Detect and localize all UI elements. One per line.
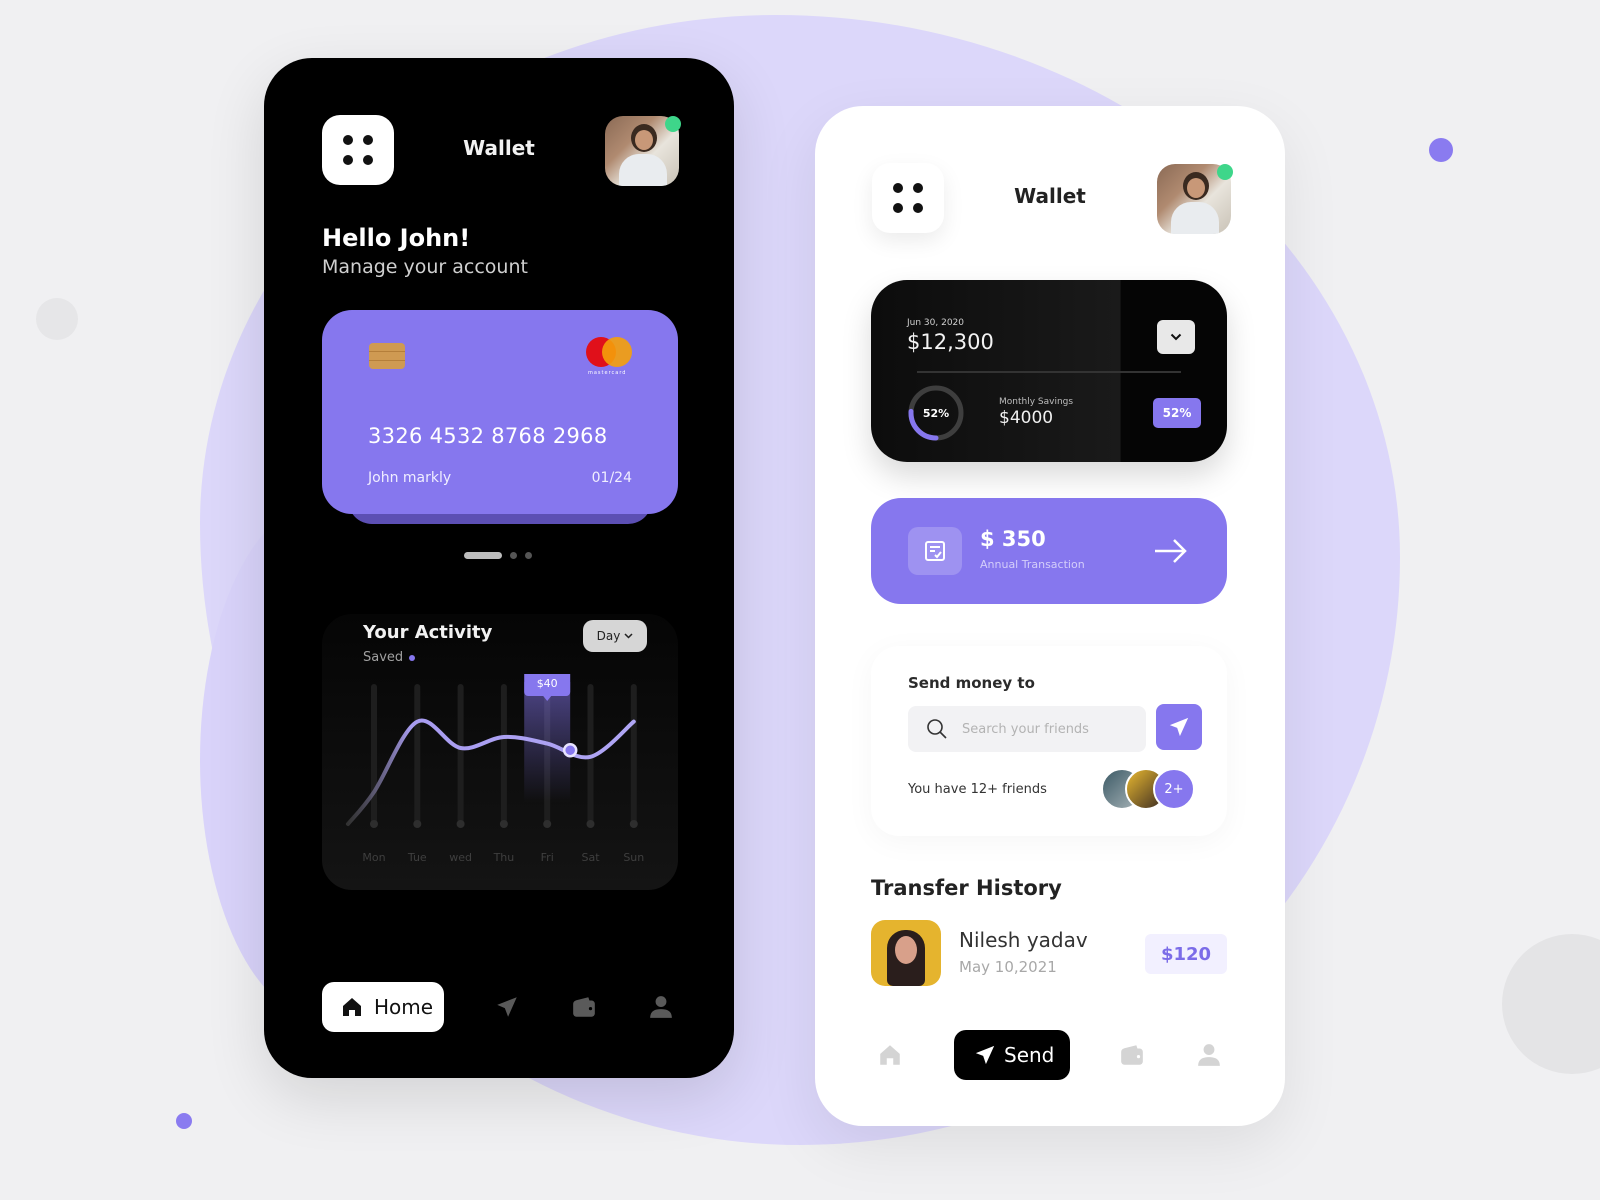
decorative-dot	[176, 1113, 192, 1129]
transfer-amount: $120	[1145, 934, 1227, 974]
activity-legend: Saved	[363, 650, 416, 665]
x-tick-label: Fri	[541, 851, 554, 864]
chart-track-thu	[500, 684, 507, 824]
friend-avatar-stack[interactable]: 2+	[1101, 768, 1211, 812]
transaction-list-icon	[908, 527, 962, 575]
send-money-panel: Send money to You have 12+ friends 2+	[871, 646, 1227, 836]
period-dropdown-label: Day	[596, 629, 621, 643]
chart-track-end	[586, 820, 595, 828]
carousel-dot[interactable]	[510, 552, 517, 559]
send-money-button[interactable]	[1156, 704, 1202, 750]
annual-amount: $ 350	[980, 527, 1046, 551]
bottom-navigation: Home	[322, 982, 692, 1034]
transfer-history-title: Transfer History	[871, 876, 1062, 900]
chart-track-end	[499, 820, 508, 828]
greeting-subtitle: Manage your account	[322, 256, 528, 278]
chart-track-end	[543, 820, 552, 828]
send-icon	[975, 1045, 995, 1065]
activity-panel: Your Activity Saved Day $40 Mon Tue wed …	[322, 614, 678, 890]
savings-progress-ring: 52%	[908, 385, 964, 441]
friend-search-input[interactable]	[962, 721, 1132, 737]
x-tick-label: wed	[449, 851, 472, 864]
wallet-icon[interactable]	[1119, 1042, 1145, 1068]
annual-label: Annual Transaction	[980, 558, 1085, 571]
data-point-fri[interactable]	[562, 742, 578, 758]
online-status-indicator	[1217, 164, 1233, 180]
decorative-circle	[36, 298, 78, 340]
greeting-title: Hello John!	[322, 224, 471, 252]
transfer-date: May 10,2021	[959, 958, 1057, 976]
legend-label: Saved	[363, 650, 404, 665]
arrow-right-icon[interactable]	[1153, 537, 1189, 565]
chart-track-end	[413, 820, 422, 828]
divider	[917, 371, 1181, 373]
chart-track-wed	[457, 684, 464, 824]
tooltip-value: $40	[537, 677, 558, 690]
friend-search-field[interactable]	[908, 706, 1146, 752]
recipient-name: Nilesh yadav	[959, 928, 1088, 952]
user-icon[interactable]	[1196, 1042, 1222, 1068]
decorative-circle	[1502, 934, 1600, 1074]
chevron-down-icon	[1170, 333, 1182, 341]
nav-home-label: Home	[374, 995, 434, 1019]
x-tick-label: Mon	[362, 851, 385, 864]
carousel-dot-active[interactable]	[464, 552, 502, 559]
card-holder-name: John markly	[368, 470, 452, 486]
send-icon[interactable]	[494, 994, 520, 1020]
card-brand-label: mastercard	[588, 370, 627, 376]
x-tick-label: Sat	[581, 851, 600, 864]
mastercard-logo-icon	[586, 337, 634, 367]
monthly-savings-label: Monthly Savings	[999, 397, 1074, 407]
credit-card[interactable]: mastercard 3326 4532 8768 2968 John mark…	[322, 310, 678, 514]
search-icon	[927, 719, 947, 739]
card-number: 3326 4532 8768 2968	[368, 424, 608, 448]
chart-track-tue	[414, 684, 421, 824]
chart-track-end	[370, 820, 378, 828]
balance-amount: $12,300	[907, 330, 994, 354]
activity-line-chart: $40 Mon Tue wed Thu Fri Sat Sun	[346, 674, 644, 864]
more-friends-button[interactable]: 2+	[1153, 768, 1195, 810]
monthly-savings-value: $4000	[999, 408, 1054, 428]
home-icon	[343, 998, 361, 1016]
activity-title: Your Activity	[363, 622, 493, 643]
x-tick-label: Tue	[407, 851, 427, 864]
x-tick-label: Thu	[493, 851, 515, 864]
chart-track-end	[629, 820, 638, 828]
savings-percent-badge[interactable]: 52%	[1153, 398, 1201, 428]
chart-track-sun	[630, 684, 637, 824]
annual-transaction-card[interactable]: $ 350 Annual Transaction	[871, 498, 1227, 604]
carousel-dot[interactable]	[525, 552, 532, 559]
wallet-icon[interactable]	[571, 994, 597, 1020]
home-icon[interactable]	[877, 1042, 903, 1068]
user-icon[interactable]	[648, 994, 674, 1020]
card-expiry: 01/24	[591, 470, 632, 486]
nav-send-button[interactable]: Send	[954, 1030, 1070, 1080]
chevron-down-icon	[624, 633, 633, 639]
transfer-history-item[interactable]: Nilesh yadav May 10,2021 $120	[871, 920, 1227, 986]
nav-send-label: Send	[1004, 1043, 1055, 1067]
light-phone-screen: Wallet Jun 30, 2020 $12,300 52% Monthly …	[815, 106, 1285, 1126]
balance-date: Jun 30, 2020	[907, 318, 965, 328]
bottom-navigation: Send	[871, 1030, 1241, 1082]
card-carousel-indicator	[464, 552, 532, 559]
dark-phone-screen: Wallet Hello John! Manage your account m…	[264, 58, 734, 1078]
legend-dot	[409, 654, 416, 661]
savings-progress-text: 52%	[923, 407, 949, 420]
friends-count-text: You have 12+ friends	[908, 782, 1047, 797]
send-icon	[1169, 717, 1189, 737]
balance-expand-button[interactable]	[1157, 320, 1195, 354]
chart-track-end	[456, 820, 465, 828]
chart-track-mon	[371, 684, 377, 824]
period-dropdown[interactable]: Day	[583, 620, 647, 652]
decorative-dot	[1429, 138, 1453, 162]
send-money-title: Send money to	[908, 674, 1035, 692]
card-chip-icon	[369, 343, 405, 369]
x-tick-label: Sun	[623, 851, 644, 864]
recipient-avatar	[871, 920, 941, 986]
balance-card: Jun 30, 2020 $12,300 52% Monthly Savings…	[871, 280, 1227, 462]
nav-home-button[interactable]: Home	[322, 982, 444, 1032]
online-status-indicator	[665, 116, 681, 132]
